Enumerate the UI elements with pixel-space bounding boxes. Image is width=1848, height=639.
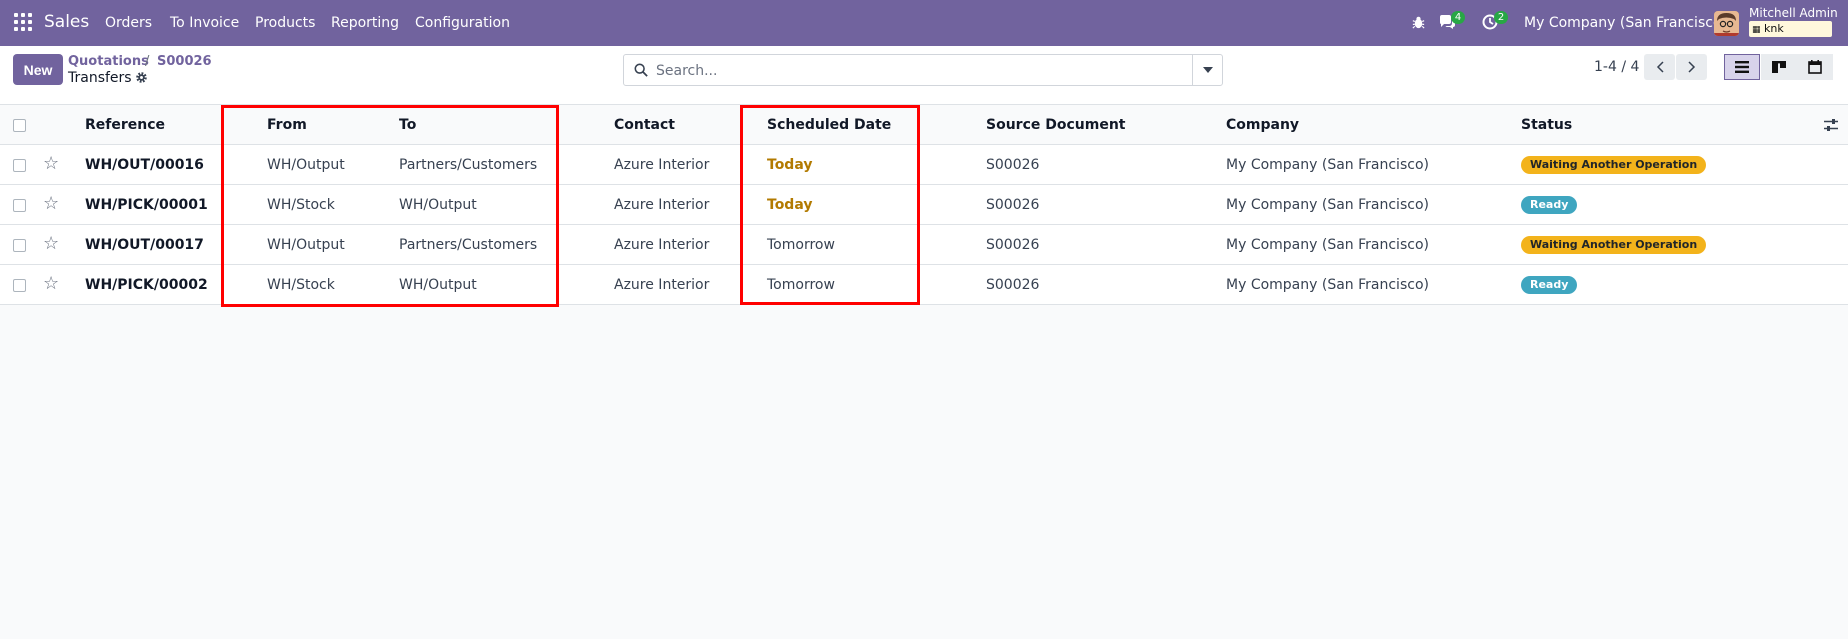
pager-previous-button[interactable] [1644,54,1675,80]
caret-down-icon [1202,67,1213,73]
column-header-company[interactable]: Company [1226,105,1299,145]
company-cell: My Company (San Francisco) [1226,237,1429,253]
star-icon[interactable]: ☆ [43,195,59,213]
calendar-view-button[interactable] [1797,54,1833,80]
source-document-cell: S00026 [986,157,1040,173]
contact-cell: Azure Interior [614,237,710,253]
chevron-right-icon [1687,61,1695,73]
column-header-source-document[interactable]: Source Document [986,105,1126,145]
user-name[interactable]: Mitchell Admin [1749,6,1838,20]
search-options-toggle[interactable] [1192,55,1222,85]
list-view-icon [1735,61,1749,73]
menu-products[interactable]: Products [255,15,315,31]
gear-icon[interactable] [135,71,148,84]
select-all-checkbox[interactable] [13,119,26,132]
search-input[interactable] [656,61,1186,81]
company-cell: My Company (San Francisco) [1226,277,1429,293]
pager-value[interactable]: 1-4 / 4 [1594,59,1639,75]
contact-cell: Azure Interior [614,157,710,173]
breadcrumb-quotations[interactable]: Quotations [68,54,149,69]
row-checkbox[interactable] [13,279,26,292]
source-document-cell: S00026 [986,277,1040,293]
user-avatar[interactable] [1714,11,1739,36]
new-button[interactable]: New [13,54,63,85]
app-brand[interactable]: Sales [44,12,89,32]
menu-orders[interactable]: Orders [105,15,152,31]
status-badge: Ready [1521,196,1578,214]
breadcrumb-separator: / [145,54,150,69]
page-title: Transfers [68,70,132,86]
list-view-button[interactable] [1724,54,1760,80]
company-cell: My Company (San Francisco) [1226,157,1429,173]
company-cell: My Company (San Francisco) [1226,197,1429,213]
breadcrumb-order[interactable]: S00026 [157,54,212,69]
annotation-box-from-to [221,105,559,307]
reference-cell: WH/OUT/00017 [85,237,204,253]
debug-bug-icon[interactable] [1411,15,1426,30]
row-checkbox[interactable] [13,199,26,212]
column-header-contact[interactable]: Contact [614,105,675,145]
source-document-cell: S00026 [986,237,1040,253]
menu-configuration[interactable]: Configuration [415,15,510,31]
optional-columns-sliders-icon[interactable] [1824,118,1838,132]
reference-cell: WH/PICK/00002 [85,277,208,293]
row-checkbox[interactable] [13,159,26,172]
star-icon[interactable]: ☆ [43,275,59,293]
app-grid-icon[interactable] [14,13,32,31]
chevron-left-icon [1656,61,1664,73]
search-icon [634,63,648,77]
column-header-status[interactable]: Status [1521,105,1572,145]
company-switcher[interactable]: My Company (San Francisco) [1524,15,1727,31]
menu-reporting[interactable]: Reporting [331,15,399,31]
pager-next-button[interactable] [1676,54,1707,80]
star-icon[interactable]: ☆ [43,155,59,173]
calendar-icon [1808,60,1822,74]
column-header-reference[interactable]: Reference [85,105,165,145]
messages-count-badge: 4 [1451,11,1465,24]
top-navbar: Sales Orders To Invoice Products Reporti… [0,0,1848,46]
activities-count-badge: 2 [1494,11,1508,24]
status-badge: Waiting Another Operation [1521,236,1707,254]
contact-cell: Azure Interior [614,277,710,293]
source-document-cell: S00026 [986,197,1040,213]
status-badge: Ready [1521,276,1578,294]
contact-cell: Azure Interior [614,197,710,213]
kanban-view-button[interactable] [1761,54,1797,80]
row-checkbox[interactable] [13,239,26,252]
database-tag: ▦ knk [1749,21,1832,37]
reference-cell: WH/PICK/00001 [85,197,208,213]
control-panel: New Quotations / S00026 Transfers 1-4 / … [0,46,1848,105]
database-name: knk [1764,22,1784,35]
reference-cell: WH/OUT/00016 [85,157,204,173]
kanban-view-icon [1772,61,1786,73]
database-icon: ▦ [1752,25,1761,35]
status-badge: Waiting Another Operation [1521,156,1707,174]
search-bar [623,54,1223,86]
annotation-box-scheduled-date [740,105,920,305]
menu-to-invoice[interactable]: To Invoice [170,15,239,31]
star-icon[interactable]: ☆ [43,235,59,253]
